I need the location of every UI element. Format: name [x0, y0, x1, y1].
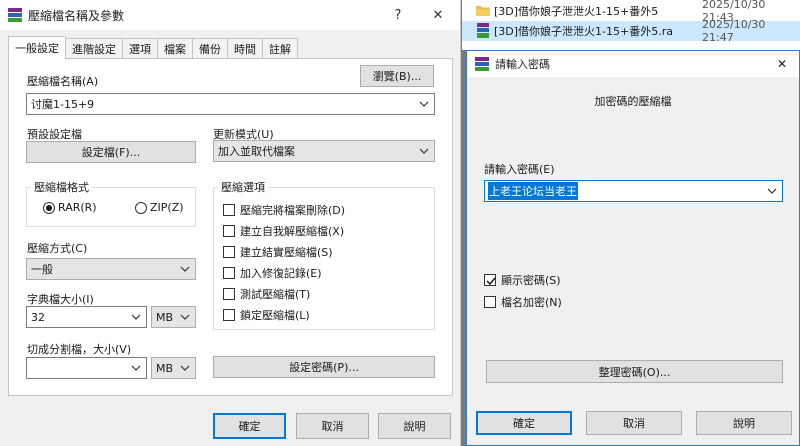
- close-icon[interactable]: ✕: [418, 2, 458, 28]
- file-date: 2025/10/30 21:47: [702, 18, 766, 44]
- tab-general-panel: 壓縮檔名稱(A) 瀏覽(B)... 讨魔1-15+9 預設設定檔 設定檔(F).…: [8, 58, 453, 396]
- option-sfx[interactable]: 建立自我解壓縮檔(X): [223, 223, 344, 239]
- tab-files[interactable]: 檔案: [157, 38, 193, 59]
- encrypt-names-checkbox[interactable]: 檔名加密(N): [484, 294, 562, 310]
- archive-name-combo[interactable]: 讨魔1-15+9: [26, 93, 435, 115]
- option-test-label: 測試壓縮檔(T): [240, 288, 311, 301]
- help-button[interactable]: 說明: [378, 413, 451, 439]
- folder-icon: [476, 6, 490, 16]
- profiles-button[interactable]: 設定檔(F)...: [26, 141, 196, 163]
- close-icon[interactable]: ✕: [765, 51, 799, 77]
- option-solid-label: 建立結實壓縮檔(S): [240, 246, 333, 259]
- method-value: 一般: [31, 263, 53, 276]
- tab-advanced[interactable]: 進階設定: [65, 38, 123, 59]
- tab-comment[interactable]: 註解: [262, 38, 298, 59]
- encrypted-archive-heading: 加密碼的壓縮檔: [594, 95, 672, 108]
- update-mode-select[interactable]: 加入並取代檔案: [213, 140, 435, 162]
- chevron-down-icon: [180, 314, 190, 320]
- checkbox-icon: [223, 246, 235, 258]
- format-rar-label: RAR(R): [58, 201, 97, 214]
- archive-name-label: 壓縮檔名稱(A): [27, 75, 99, 88]
- option-test[interactable]: 測試壓縮檔(T): [223, 286, 310, 302]
- organize-passwords-button[interactable]: 整理密碼(O)...: [486, 360, 783, 383]
- cancel-button[interactable]: 取消: [296, 413, 369, 439]
- dict-size-label: 字典檔大小(I): [27, 293, 94, 306]
- show-password-label: 顯示密碼(S): [501, 274, 561, 287]
- option-lock-label: 鎖定壓縮檔(L): [240, 309, 310, 322]
- checkbox-icon: [223, 288, 235, 300]
- method-select[interactable]: 一般: [26, 258, 196, 280]
- help-button[interactable]: 說明: [696, 411, 792, 435]
- cancel-button[interactable]: 取消: [586, 411, 682, 435]
- dict-unit-value: MB: [156, 310, 174, 324]
- set-password-button[interactable]: 設定密碼(P)...: [213, 356, 435, 378]
- browse-button[interactable]: 瀏覽(B)...: [360, 65, 434, 87]
- archive-settings-dialog: 壓縮檔名稱及參數 ? ✕ 一般設定 進階設定 選項 檔案 備份 時間 註解 壓縮…: [0, 0, 461, 446]
- option-recovery[interactable]: 加入修復記錄(E): [223, 265, 322, 281]
- password-value: 上老王论坛当老王: [488, 182, 578, 200]
- option-solid[interactable]: 建立結實壓縮檔(S): [223, 244, 333, 260]
- chevron-down-icon: [419, 101, 429, 107]
- ok-button[interactable]: 確定: [476, 411, 572, 435]
- password-input[interactable]: 上老王论坛当老王: [484, 180, 783, 202]
- radio-selected-icon: [43, 201, 55, 214]
- archive-options-title: 壓縮選項: [218, 179, 268, 195]
- checkbox-icon: [223, 309, 235, 321]
- file-name: [3D]借你娘子泄泄火1-15+番外5: [494, 5, 659, 18]
- archive-name-value: 讨魔1-15+9: [31, 98, 95, 111]
- split-unit-value: MB: [156, 361, 174, 375]
- dict-unit-select[interactable]: MB: [151, 306, 196, 328]
- ok-button[interactable]: 確定: [213, 413, 286, 439]
- option-sfx-label: 建立自我解壓縮檔(X): [240, 225, 345, 238]
- split-size-label: 切成分割檔，大小(V): [27, 343, 132, 356]
- dialog-title: 壓縮檔名稱及參數: [28, 8, 125, 23]
- enter-password-label: 請輸入密碼(E): [484, 163, 555, 176]
- archive-format-title: 壓縮檔格式: [31, 179, 92, 195]
- update-mode-value: 加入並取代檔案: [218, 145, 295, 158]
- chevron-down-icon: [131, 314, 141, 320]
- file-name: [3D]借你娘子泄泄火1-15+番外5.ra: [494, 25, 673, 38]
- rar-archive-icon: [477, 23, 489, 38]
- winrar-icon: [8, 8, 22, 22]
- radio-unselected-icon: [135, 201, 147, 214]
- chevron-down-icon: [131, 365, 141, 371]
- chevron-down-icon: [767, 188, 777, 194]
- checkbox-icon: [223, 267, 235, 279]
- checkbox-icon: [484, 296, 496, 308]
- chevron-down-icon: [419, 148, 429, 154]
- tab-backup[interactable]: 備份: [192, 38, 228, 59]
- tab-strip: 一般設定 進階設定 選項 檔案 備份 時間 註解: [8, 36, 298, 59]
- default-profile-label: 預設設定檔: [27, 128, 82, 141]
- format-rar-radio[interactable]: RAR(R): [43, 201, 97, 214]
- password-dialog-title: 請輸入密碼: [495, 58, 550, 71]
- tab-time[interactable]: 時間: [227, 38, 263, 59]
- format-zip-label: ZIP(Z): [150, 201, 184, 214]
- show-password-checkbox[interactable]: 顯示密碼(S): [484, 272, 561, 288]
- chevron-down-icon: [180, 365, 190, 371]
- password-dialog: 請輸入密碼 ✕ 加密碼的壓縮檔 請輸入密碼(E) 上老王论坛当老王 顯示密碼(S…: [466, 50, 800, 446]
- split-size-combo[interactable]: [26, 357, 147, 379]
- dict-size-value: 32: [31, 310, 45, 324]
- checkbox-icon: [223, 204, 235, 216]
- format-zip-radio[interactable]: ZIP(Z): [135, 201, 184, 214]
- dialog-titlebar: 壓縮檔名稱及參數 ? ✕: [0, 0, 460, 30]
- tab-general[interactable]: 一般設定: [8, 36, 66, 59]
- password-dialog-titlebar: 請輸入密碼 ✕: [467, 51, 799, 77]
- file-row-selected[interactable]: [3D]借你娘子泄泄火1-15+番外5.ra 2025/10/30 21:47: [462, 18, 800, 44]
- tab-options[interactable]: 選項: [122, 38, 158, 59]
- option-delete-after-label: 壓縮完將檔案刪除(D): [240, 204, 346, 217]
- checkbox-icon: [223, 225, 235, 237]
- option-lock[interactable]: 鎖定壓縮檔(L): [223, 307, 310, 323]
- method-label: 壓縮方式(C): [27, 242, 88, 255]
- winrar-icon: [475, 57, 489, 71]
- chevron-down-icon: [180, 266, 190, 272]
- help-icon[interactable]: ?: [378, 2, 418, 28]
- dict-size-combo[interactable]: 32: [26, 306, 147, 328]
- split-unit-select[interactable]: MB: [151, 357, 196, 379]
- checkbox-checked-icon: [484, 274, 496, 286]
- file-list: [3D]借你娘子泄泄火1-15+番外5 2025/10/30 21:43 [3D…: [462, 0, 800, 50]
- option-delete-after[interactable]: 壓縮完將檔案刪除(D): [223, 202, 345, 218]
- encrypt-names-label: 檔名加密(N): [501, 296, 562, 309]
- option-recovery-label: 加入修復記錄(E): [240, 267, 322, 280]
